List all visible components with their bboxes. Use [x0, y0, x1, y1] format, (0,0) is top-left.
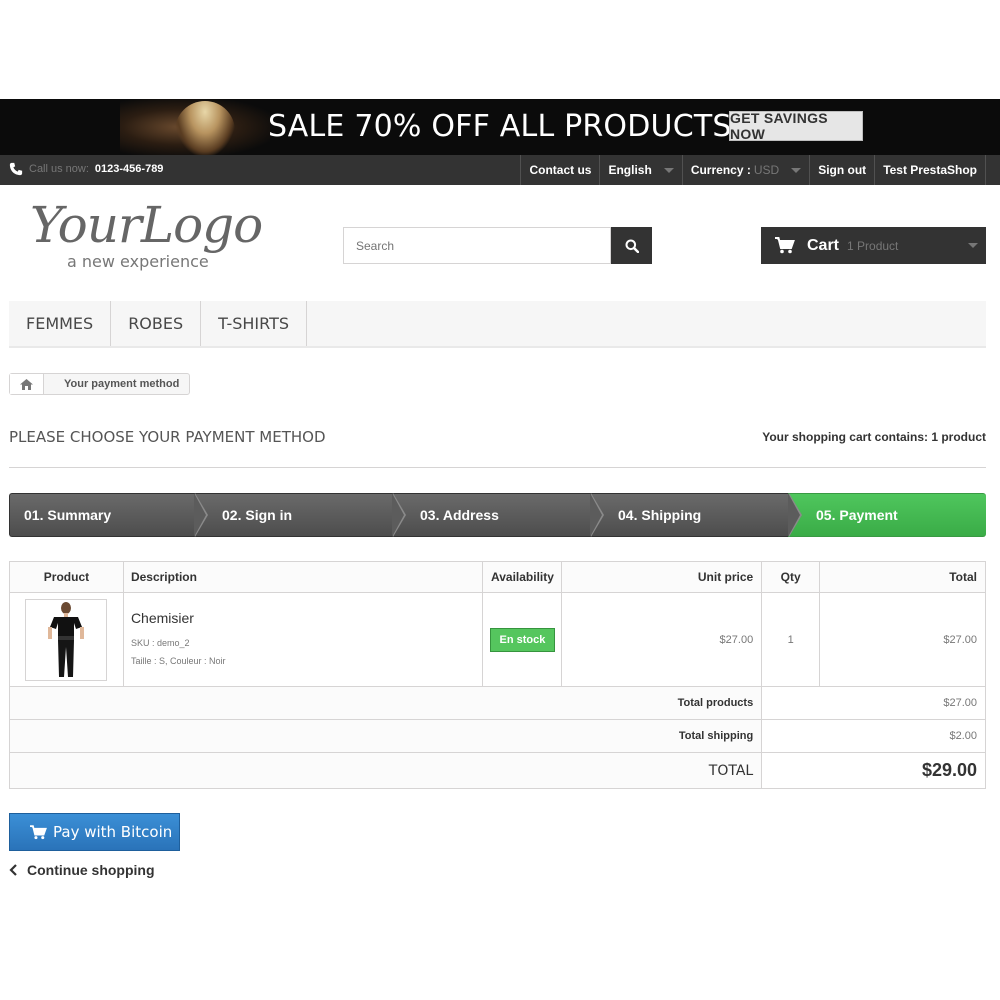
breadcrumb-home[interactable]	[10, 374, 44, 394]
currency-selector[interactable]: Currency : USD	[681, 155, 809, 185]
total-shipping-row: Total shipping $2.00	[8, 719, 986, 753]
cart-count: 1 Product	[847, 238, 899, 253]
cart-label: Cart	[807, 236, 840, 254]
status-badge: En stock	[489, 627, 556, 652]
product-description-cell: Chemisier SKU : demo_2 Taille : S, Coule…	[122, 592, 484, 687]
cart-summary-text: Your shopping cart contains: 1 product	[762, 430, 986, 444]
header-product: Product	[9, 561, 124, 593]
search-icon	[625, 239, 639, 253]
call-label: Call us now:	[29, 163, 89, 175]
site-logo[interactable]: YourLogo a new experience	[30, 200, 270, 272]
total-shipping-label: Total shipping	[8, 719, 763, 753]
menu-item-femmes[interactable]: FEMMES	[9, 301, 112, 346]
unit-price-cell: $27.00	[561, 592, 763, 687]
top-nav-bar: Call us now: 0123-456-789 Contact us Eng…	[0, 155, 1000, 185]
quantity: 1	[787, 633, 794, 646]
step-shipping[interactable]: 04. Shipping	[590, 493, 802, 537]
menu-item-tshirts[interactable]: T-SHIRTS	[201, 301, 308, 346]
product-sku: SKU : demo_2	[130, 637, 190, 648]
line-total-cell: $27.00	[819, 592, 986, 687]
promo-banner[interactable]: SALE 70% OFF ALL PRODUCTS GET SAVINGS NO…	[0, 99, 1000, 155]
grand-total-label: TOTAL	[8, 752, 763, 789]
language-value: English	[608, 163, 652, 177]
grand-total-row: TOTAL $29.00	[8, 752, 986, 789]
total-shipping-value: $2.00	[761, 719, 986, 753]
main-menu: FEMMES ROBES T-SHIRTS	[9, 301, 986, 348]
step-sign-in[interactable]: 02. Sign in	[194, 493, 406, 537]
product-name[interactable]: Chemisier	[131, 610, 483, 626]
phone-info: Call us now: 0123-456-789	[9, 162, 163, 176]
menu-item-robes[interactable]: ROBES	[111, 301, 202, 346]
step-address[interactable]: 03. Address	[392, 493, 604, 537]
product-attributes: Taille : S, Couleur : Noir	[130, 655, 226, 666]
header-availability: Availability	[482, 561, 563, 593]
availability-cell: En stock	[482, 592, 563, 687]
unit-price: $27.00	[719, 633, 754, 646]
top-nav: Contact us English Currency : USD Sign o…	[520, 155, 986, 185]
chevron-down-icon	[791, 167, 802, 173]
total-products-label: Total products	[8, 686, 763, 720]
language-selector[interactable]: English	[599, 155, 681, 185]
search-input[interactable]	[343, 227, 611, 264]
account-link[interactable]: Test PrestaShop	[874, 155, 986, 185]
banner-model-image	[175, 101, 235, 155]
cart-summary-table: Product Description Availability Unit pr…	[8, 561, 986, 789]
chevron-left-icon	[9, 864, 17, 876]
chevron-down-icon	[663, 167, 674, 173]
header-qty: Qty	[761, 561, 821, 593]
qty-cell: 1	[761, 592, 821, 687]
phone-icon	[9, 162, 23, 176]
continue-shopping-label: Continue shopping	[27, 862, 155, 878]
search-form	[343, 227, 652, 264]
checkout-steps: 01. Summary 02. Sign in 03. Address 04. …	[9, 493, 986, 537]
sign-out-link[interactable]: Sign out	[809, 155, 874, 185]
pay-button-label: Pay with Bitcoin	[53, 823, 173, 841]
get-savings-button[interactable]: GET SAVINGS NOW	[729, 110, 863, 142]
header-total: Total	[819, 561, 986, 593]
home-icon	[20, 378, 33, 390]
logo-tagline: a new experience	[67, 252, 209, 271]
total-products-value: $27.00	[761, 686, 986, 720]
line-total: $27.00	[943, 633, 977, 646]
header-unit-price: Unit price	[561, 561, 763, 593]
continue-shopping-link[interactable]: Continue shopping	[9, 862, 155, 878]
cart-icon	[30, 824, 47, 839]
product-image	[48, 601, 85, 677]
currency-value: USD	[753, 163, 780, 177]
step-payment: 05. Payment	[788, 493, 986, 537]
chevron-down-icon	[968, 243, 978, 248]
pay-with-bitcoin-button[interactable]: Pay with Bitcoin	[9, 813, 180, 851]
search-button[interactable]	[611, 227, 652, 264]
logo-text: YourLogo	[30, 196, 263, 254]
header-description: Description	[122, 561, 484, 593]
breadcrumb-current: Your payment method	[64, 378, 180, 390]
cart-icon	[775, 237, 795, 254]
currency-label: Currency :	[690, 163, 751, 177]
contact-us-link[interactable]: Contact us	[520, 155, 599, 185]
phone-number: 0123-456-789	[94, 163, 164, 175]
cart-button[interactable]: Cart 1 Product	[761, 227, 986, 264]
grand-total-value: $29.00	[761, 752, 986, 789]
divider	[9, 467, 986, 468]
step-summary[interactable]: 01. Summary	[9, 493, 208, 537]
product-image-cell	[9, 592, 124, 687]
total-products-row: Total products $27.00	[8, 686, 986, 720]
product-thumbnail[interactable]	[25, 598, 108, 681]
breadcrumb: Your payment method	[9, 373, 191, 395]
table-row: Chemisier SKU : demo_2 Taille : S, Coule…	[9, 592, 986, 687]
banner-headline: SALE 70% OFF ALL PRODUCTS	[268, 109, 732, 144]
page-title: PLEASE CHOOSE YOUR PAYMENT METHOD	[9, 428, 326, 446]
table-header-row: Product Description Availability Unit pr…	[9, 561, 986, 593]
